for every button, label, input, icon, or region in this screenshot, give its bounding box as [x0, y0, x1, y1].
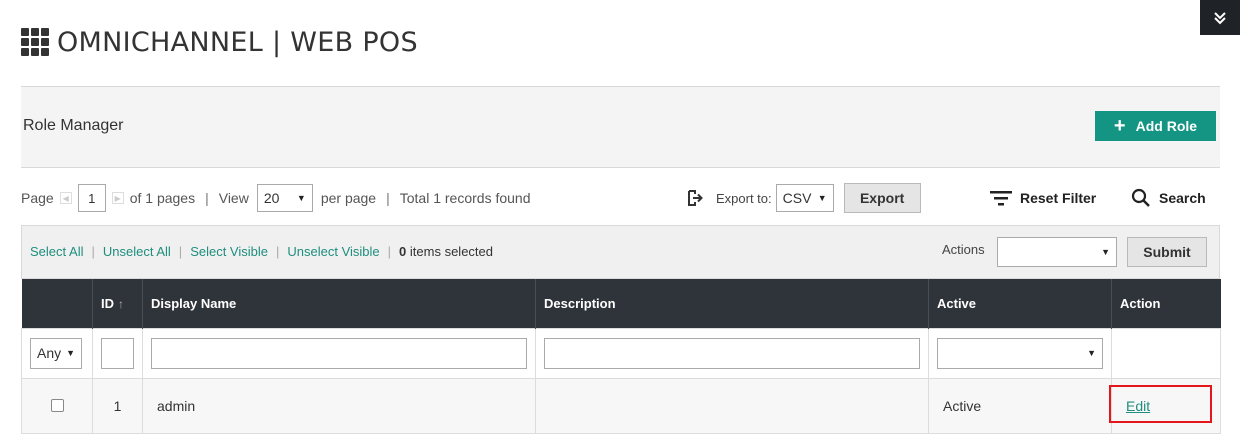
prev-page-icon[interactable]: ◀	[59, 192, 72, 204]
submit-button[interactable]: Submit	[1127, 237, 1207, 267]
sort-arrow-icon: ↑	[118, 296, 124, 311]
actions-select[interactable]: ▼	[997, 237, 1117, 267]
select-visible-link[interactable]: Select Visible	[190, 244, 268, 259]
per-page-select[interactable]: 20 ▼	[256, 184, 313, 212]
app-title-text: OMNICHANNEL | WEB POS	[57, 26, 418, 58]
column-header-action: Action	[1111, 279, 1221, 328]
export-format-select[interactable]: CSV ▼	[775, 184, 834, 212]
roles-table: ID ↑ Display Name Description Active Acti…	[21, 279, 1221, 434]
column-header-select	[21, 279, 93, 328]
export-label: Export to:	[716, 190, 772, 206]
double-chevron-down-icon	[1214, 11, 1226, 24]
apps-grid-icon[interactable]	[21, 28, 49, 56]
search-label: Search	[1159, 190, 1206, 206]
next-page-icon[interactable]: ▶	[111, 192, 124, 204]
filter-row: Any ▼ ▼	[21, 327, 1221, 379]
row-checkbox[interactable]	[50, 399, 64, 412]
column-header-active[interactable]: Active	[928, 279, 1112, 328]
view-label: View	[218, 190, 249, 206]
caret-down-icon: ▼	[1101, 247, 1110, 257]
massaction-bar: Select All | Unselect All | Select Visible | U…	[21, 225, 1220, 279]
table-header-row: ID ↑ Display Name Description Active Acti…	[21, 279, 1221, 328]
page-label: Page	[21, 190, 54, 206]
app-title: OMNICHANNEL | WEB POS	[21, 24, 418, 60]
page-number-input[interactable]: 1	[77, 184, 106, 212]
reset-filter-label: Reset Filter	[1020, 190, 1097, 206]
per-page-value: 20	[263, 190, 280, 206]
active-filter-select[interactable]: ▼	[937, 337, 1103, 369]
page-title: Role Manager	[23, 117, 124, 134]
add-role-button[interactable]: + Add Role	[1095, 111, 1216, 141]
selected-suffix: items selected	[409, 244, 493, 259]
column-header-display-name[interactable]: Display Name	[142, 279, 536, 328]
actions-label: Actions	[942, 242, 985, 257]
table-row[interactable]: 1 admin Active Edit	[21, 377, 1221, 434]
collapse-button[interactable]	[1200, 0, 1240, 35]
row-active: Active	[928, 377, 1112, 434]
plus-icon: +	[1113, 115, 1126, 137]
of-pages-text: of 1 pages	[129, 190, 196, 206]
selected-count: 0	[399, 244, 407, 259]
search-button[interactable]: Search	[1131, 186, 1206, 210]
filter-icon	[990, 191, 1012, 206]
caret-down-icon: ▼	[1087, 348, 1096, 358]
export-icon	[688, 190, 703, 206]
unselect-visible-link[interactable]: Unselect Visible	[287, 244, 379, 259]
caret-down-icon: ▼	[817, 193, 827, 203]
caret-down-icon: ▼	[66, 348, 75, 358]
column-header-id[interactable]: ID ↑	[92, 279, 143, 328]
select-all-link[interactable]: Select All	[30, 244, 83, 259]
edit-link[interactable]: Edit	[1126, 398, 1150, 414]
export-button[interactable]: Export	[843, 183, 921, 213]
per-page-label: per page	[320, 190, 377, 206]
column-header-description[interactable]: Description	[535, 279, 929, 328]
export-area: Export to: CSV ▼ Export	[686, 183, 921, 213]
search-icon	[1131, 188, 1150, 207]
page-header: Role Manager + Add Role	[21, 86, 1220, 168]
reset-filter-button[interactable]: Reset Filter	[990, 186, 1096, 210]
total-records: Total 1 records found	[399, 190, 531, 206]
caret-down-icon: ▼	[296, 193, 306, 203]
description-filter-input[interactable]	[544, 337, 920, 369]
row-display-name: admin	[142, 377, 536, 434]
unselect-all-link[interactable]: Unselect All	[103, 244, 171, 259]
row-id: 1	[92, 377, 143, 434]
massaction-links: Select All | Unselect All | Select Visible | U…	[30, 244, 493, 259]
pager: Page ◀ 1 ▶ of 1 pages | View 20 ▼ per pa…	[21, 183, 531, 213]
add-role-label: Add Role	[1135, 118, 1198, 134]
export-format-value: CSV	[782, 190, 812, 206]
select-filter[interactable]: Any ▼	[30, 337, 82, 369]
select-filter-value: Any	[37, 345, 62, 361]
display-name-filter-input[interactable]	[151, 337, 527, 369]
id-filter-input[interactable]	[101, 337, 134, 369]
row-description	[535, 377, 929, 434]
